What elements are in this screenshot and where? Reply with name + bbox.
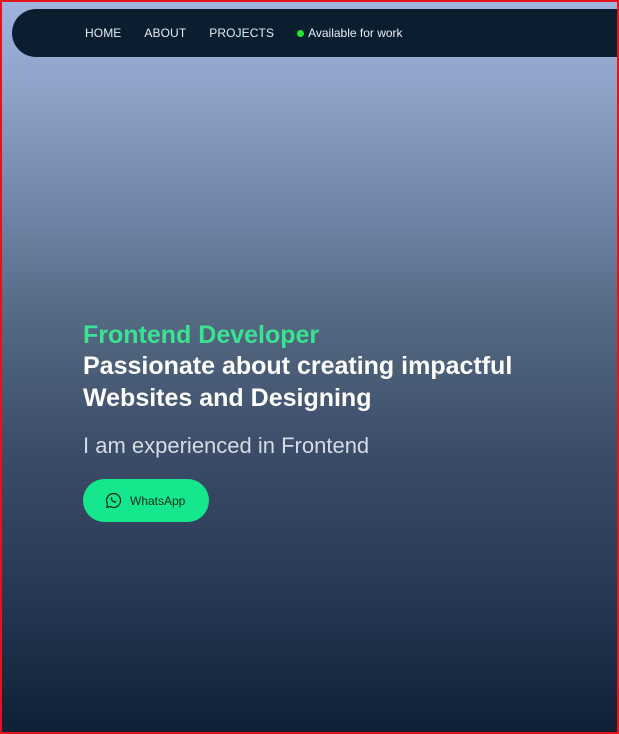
whatsapp-button-label: WhatsApp [130,493,186,508]
nav-home-link[interactable]: HOME [85,26,121,40]
hero-headline: Passionate about creating impactful Webs… [83,352,513,412]
hero-section: Frontend Developer Passionate about crea… [83,320,553,522]
hero-role: Frontend Developer [83,321,320,349]
whatsapp-icon [105,492,122,509]
whatsapp-button[interactable]: WhatsApp [83,479,209,522]
status-dot-icon [297,29,305,37]
nav-about-link[interactable]: ABOUT [144,26,186,40]
navbar: HOME ABOUT PROJECTS Available for work [12,9,617,57]
nav-projects-link[interactable]: PROJECTS [209,26,274,40]
page-frame: HOME ABOUT PROJECTS Available for work F… [0,0,619,734]
hero-subtitle: I am experienced in Frontend [83,433,370,458]
availability-status: Available for work [297,26,403,40]
availability-label: Available for work [308,26,403,40]
